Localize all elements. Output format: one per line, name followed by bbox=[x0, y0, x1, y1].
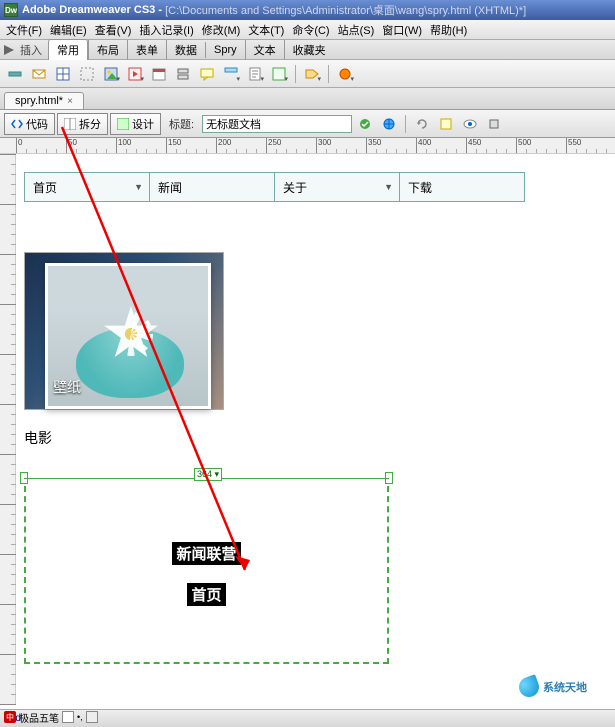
div-body[interactable]: 新闻联营 首页 bbox=[24, 486, 389, 664]
ime-label: 极品五笔 bbox=[19, 710, 59, 725]
vertical-ruler bbox=[0, 154, 16, 705]
separator bbox=[295, 65, 296, 83]
menu-help[interactable]: 帮助(H) bbox=[426, 20, 471, 40]
doc-tab-label: spry.html* bbox=[15, 95, 63, 107]
ime-bar: 中 极品五笔 •, bbox=[4, 709, 98, 725]
image-placeholder[interactable]: 壁纸 bbox=[24, 252, 224, 410]
preview-icon[interactable] bbox=[459, 114, 481, 134]
handle-right[interactable] bbox=[385, 472, 393, 484]
separator bbox=[328, 65, 329, 83]
selected-text-2[interactable]: 首页 bbox=[187, 583, 225, 606]
doc-tab[interactable]: spry.html* × bbox=[4, 92, 84, 109]
app-icon: Dw bbox=[4, 3, 18, 17]
comment-icon[interactable] bbox=[196, 64, 218, 84]
table-icon[interactable] bbox=[52, 64, 74, 84]
watermark-text: 系统天地 bbox=[543, 679, 587, 695]
file-mgmt-icon[interactable] bbox=[435, 114, 457, 134]
ime-btn[interactable] bbox=[62, 711, 74, 723]
media-icon[interactable] bbox=[124, 64, 146, 84]
flower-graphic bbox=[103, 306, 159, 362]
insert-icons bbox=[0, 60, 615, 88]
selected-div[interactable]: 364 ▾ 新闻联营 首页 bbox=[24, 470, 389, 664]
title-label: 标题: bbox=[169, 116, 194, 132]
titlebar: Dw Adobe Dreamweaver CS3 - [C:\Documents… bbox=[0, 0, 615, 20]
tab-fav[interactable]: 收藏夹 bbox=[284, 40, 334, 60]
spry-menubar[interactable]: 首页▼ 新闻 关于▼ 下载 bbox=[24, 172, 615, 202]
watermark: 系统天地 bbox=[519, 675, 607, 699]
menu-insert[interactable]: 插入记录(I) bbox=[135, 20, 197, 40]
watermark-icon bbox=[516, 674, 542, 700]
menu-item-about[interactable]: 关于▼ bbox=[274, 172, 400, 202]
document-tabs: spry.html* × bbox=[0, 88, 615, 110]
tab-common[interactable]: 常用 bbox=[48, 39, 88, 60]
menu-item-download[interactable]: 下载 bbox=[399, 172, 525, 202]
page-body[interactable]: 首页▼ 新闻 关于▼ 下载 壁纸 电影 364 ▾ 新闻联营 首页 bbox=[16, 154, 615, 705]
head-icon[interactable] bbox=[220, 64, 242, 84]
doc-path: [C:\Documents and Settings\Administrator… bbox=[165, 2, 526, 18]
width-indicator: 364 ▾ bbox=[24, 470, 389, 486]
design-view-button[interactable]: 设计 bbox=[110, 113, 161, 135]
tag-icon[interactable] bbox=[301, 64, 323, 84]
tab-data[interactable]: 数据 bbox=[166, 40, 205, 60]
div-icon[interactable] bbox=[76, 64, 98, 84]
tab-spry[interactable]: Spry bbox=[205, 42, 245, 58]
menu-text[interactable]: 文本(T) bbox=[244, 20, 288, 40]
tab-text[interactable]: 文本 bbox=[245, 40, 284, 60]
hyperlink-icon[interactable] bbox=[4, 64, 26, 84]
app-name: Adobe Dreamweaver CS3 bbox=[22, 4, 155, 16]
menu-window[interactable]: 窗口(W) bbox=[378, 20, 426, 40]
title-input[interactable] bbox=[202, 115, 352, 133]
menu-edit[interactable]: 编辑(E) bbox=[46, 20, 91, 40]
design-canvas: 首页▼ 新闻 关于▼ 下载 壁纸 电影 364 ▾ 新闻联营 首页 bbox=[0, 154, 615, 705]
width-value: 364 ▾ bbox=[194, 468, 222, 481]
spry-icon[interactable] bbox=[334, 64, 356, 84]
refresh-icon[interactable] bbox=[411, 114, 433, 134]
ime-punct[interactable]: •, bbox=[77, 712, 83, 722]
ime-icon[interactable]: 中 bbox=[4, 711, 16, 723]
insert-label: 插入 bbox=[20, 42, 42, 58]
menu-view[interactable]: 查看(V) bbox=[91, 20, 136, 40]
script-icon[interactable] bbox=[244, 64, 266, 84]
separator bbox=[405, 115, 406, 133]
code-view-button[interactable]: 代码 bbox=[4, 113, 55, 135]
view-toolbar: 代码 拆分 设计 标题: bbox=[0, 110, 615, 138]
menu-modify[interactable]: 修改(M) bbox=[198, 20, 245, 40]
menubar: 文件(F) 编辑(E) 查看(V) 插入记录(I) 修改(M) 文本(T) 命令… bbox=[0, 20, 615, 40]
insert-bar: 插入 常用 布局 表单 数据 Spry 文本 收藏夹 bbox=[0, 40, 615, 60]
date-icon[interactable] bbox=[148, 64, 170, 84]
image-icon[interactable] bbox=[100, 64, 122, 84]
chevron-down-icon: ▼ bbox=[384, 182, 393, 192]
menu-file[interactable]: 文件(F) bbox=[2, 20, 46, 40]
tab-forms[interactable]: 表单 bbox=[127, 40, 166, 60]
options-icon[interactable] bbox=[483, 114, 505, 134]
ime-keyboard-icon[interactable] bbox=[86, 711, 98, 723]
image-caption: 壁纸 bbox=[53, 377, 81, 397]
menu-commands[interactable]: 命令(C) bbox=[288, 20, 333, 40]
selected-text-1[interactable]: 新闻联营 bbox=[172, 542, 240, 565]
panel-collapse-icon[interactable] bbox=[4, 45, 14, 55]
email-icon[interactable] bbox=[28, 64, 50, 84]
server-icon[interactable] bbox=[172, 64, 194, 84]
menu-item-news[interactable]: 新闻 bbox=[149, 172, 275, 202]
tab-layout[interactable]: 布局 bbox=[88, 40, 127, 60]
menu-site[interactable]: 站点(S) bbox=[334, 20, 379, 40]
horizontal-ruler: 050100150200250300350400450500550 bbox=[0, 138, 615, 154]
browser-icon[interactable] bbox=[378, 114, 400, 134]
text-movie[interactable]: 电影 bbox=[24, 428, 615, 448]
menu-item-home[interactable]: 首页▼ bbox=[24, 172, 150, 202]
close-icon[interactable]: × bbox=[67, 96, 73, 107]
chevron-down-icon: ▼ bbox=[134, 182, 143, 192]
template-icon[interactable] bbox=[268, 64, 290, 84]
split-view-button[interactable]: 拆分 bbox=[57, 113, 108, 135]
check-icon[interactable] bbox=[354, 114, 376, 134]
